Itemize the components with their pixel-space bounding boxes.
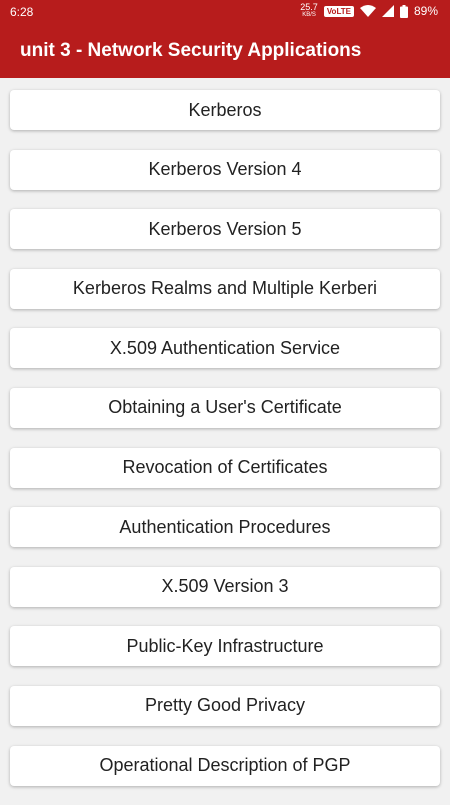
- topic-item-kerberos-version-4[interactable]: Kerberos Version 4: [10, 149, 440, 190]
- app-header: 6:28 25.7 KB/S VoLTE 89% unit 3 - Networ…: [0, 0, 450, 78]
- topic-item-pki[interactable]: Public-Key Infrastructure: [10, 626, 440, 667]
- topic-item-kerberos-realms[interactable]: Kerberos Realms and Multiple Kerberi: [10, 268, 440, 309]
- topic-item-x509-authentication[interactable]: X.509 Authentication Service: [10, 328, 440, 369]
- network-speed-value: 25.7: [300, 2, 318, 12]
- topic-item-kerberos-version-5[interactable]: Kerberos Version 5: [10, 209, 440, 250]
- wifi-icon: [359, 5, 376, 17]
- topic-item-kerberos[interactable]: Kerberos: [10, 90, 440, 130]
- status-bar: 6:28 25.7 KB/S VoLTE 89%: [0, 0, 450, 24]
- battery-icon: [399, 4, 408, 18]
- network-speed-unit: KB/S: [302, 12, 316, 18]
- volte-badge: VoLTE: [323, 5, 354, 17]
- topic-item-revocation[interactable]: Revocation of Certificates: [10, 447, 440, 488]
- battery-level: 89%: [413, 4, 438, 18]
- topic-list: Kerberos Kerberos Version 4 Kerberos Ver…: [10, 90, 440, 805]
- topic-item-x509-version-3[interactable]: X.509 Version 3: [10, 566, 440, 607]
- topic-item-authentication-procedures[interactable]: Authentication Procedures: [10, 507, 440, 548]
- topic-item-pgp[interactable]: Pretty Good Privacy: [10, 685, 440, 726]
- topic-item-obtaining-certificate[interactable]: Obtaining a User's Certificate: [10, 387, 440, 428]
- status-indicators: 25.7 KB/S VoLTE 89%: [300, 3, 438, 19]
- page-title: unit 3 - Network Security Applications: [20, 40, 362, 61]
- network-speed: 25.7 KB/S: [300, 3, 318, 19]
- signal-icon: [381, 5, 394, 17]
- topic-item-pgp-operational[interactable]: Operational Description of PGP: [10, 745, 440, 786]
- status-time: 6:28: [10, 5, 34, 19]
